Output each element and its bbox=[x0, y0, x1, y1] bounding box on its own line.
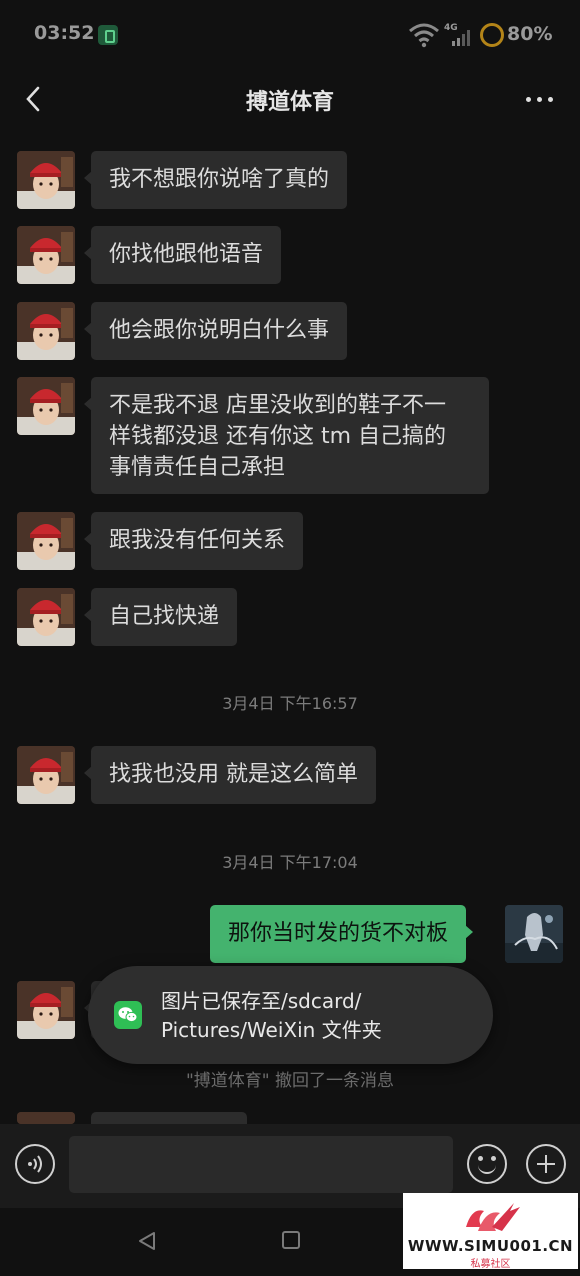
message-line: 事情责任自己承担 bbox=[109, 455, 286, 480]
contact-avatar[interactable] bbox=[17, 588, 75, 646]
contact-avatar[interactable] bbox=[17, 377, 75, 435]
contact-avatar[interactable] bbox=[17, 746, 75, 804]
message-bubble-received[interactable]: 你找他跟他语音 bbox=[83, 226, 282, 284]
chat-title: 搏道体育 bbox=[245, 90, 334, 115]
recall-notice: "搏道体育" 撤回了一条消息 bbox=[185, 1071, 395, 1091]
watermark-url: WWW.SIMU001.CN bbox=[407, 1237, 574, 1255]
more-actions-button[interactable] bbox=[526, 1144, 566, 1184]
contact-avatar[interactable] bbox=[17, 1112, 75, 1124]
user-avatar[interactable] bbox=[505, 905, 563, 963]
nav-home-icon[interactable] bbox=[282, 1231, 300, 1249]
contact-avatar[interactable] bbox=[17, 512, 75, 570]
wechat-icon bbox=[114, 1001, 142, 1029]
wifi-icon bbox=[409, 23, 439, 48]
message-bubble-sent[interactable]: 那你当时发的货不对板 bbox=[210, 905, 474, 963]
watermark-logo bbox=[466, 1203, 520, 1231]
contact-avatar[interactable] bbox=[17, 151, 75, 209]
message-line: 不是我不退 店里没收到的鞋子不一 bbox=[109, 393, 446, 418]
notification-app-icon bbox=[98, 25, 118, 45]
signal-icon bbox=[452, 30, 470, 46]
message-bubble-received[interactable]: 找我也没用 就是这么简单 bbox=[84, 746, 376, 804]
nav-back-icon[interactable] bbox=[136, 1230, 158, 1252]
contact-avatar[interactable] bbox=[17, 302, 75, 360]
message-bubble-received[interactable]: 他会跟你说明白什么事 bbox=[83, 302, 348, 360]
message-input[interactable] bbox=[69, 1136, 453, 1193]
contact-avatar[interactable] bbox=[17, 981, 75, 1039]
message-bubble-received[interactable]: 自己找快递 bbox=[83, 588, 238, 646]
message-line: 样钱都没退 还有你这 tm 自己搞的 bbox=[109, 424, 447, 449]
message-bubble-received[interactable] bbox=[84, 1112, 247, 1146]
toast-message: 图片已保存至/sdcard/ Pictures/WeiXin 文件夹 bbox=[161, 987, 481, 1045]
toast-line: Pictures/WeiXin 文件夹 bbox=[161, 1018, 382, 1042]
emoji-button[interactable] bbox=[467, 1144, 507, 1184]
message-bubble-received[interactable]: 跟我没有任何关系 bbox=[83, 512, 304, 570]
status-time: 03:52 bbox=[34, 22, 95, 44]
voice-icon bbox=[28, 1155, 42, 1173]
watermark: WWW.SIMU001.CN 私募社区 bbox=[403, 1193, 578, 1270]
battery-icon bbox=[480, 23, 504, 47]
toast-line: 图片已保存至/sdcard/ bbox=[161, 989, 362, 1013]
contact-avatar[interactable] bbox=[17, 226, 75, 284]
status-bar: 03:52 4G 80% bbox=[0, 0, 580, 70]
chat-header: 搏道体育 bbox=[0, 70, 580, 130]
watermark-subtitle: 私募社区 bbox=[470, 1259, 511, 1270]
message-bubble-received[interactable]: 我不想跟你说啥了真的 bbox=[83, 151, 348, 209]
more-options-icon[interactable] bbox=[524, 88, 556, 112]
message-bubble-received[interactable]: 不是我不退 店里没收到的鞋子不一 样钱都没退 还有你这 tm 自己搞的 事情责任… bbox=[84, 377, 489, 494]
voice-input-button[interactable] bbox=[15, 1144, 55, 1184]
save-toast: 图片已保存至/sdcard/ Pictures/WeiXin 文件夹 bbox=[88, 966, 493, 1064]
battery-percentage: 80% bbox=[507, 23, 553, 45]
message-timestamp: 3月4日 下午17:04 bbox=[222, 853, 358, 872]
message-timestamp: 3月4日 下午16:57 bbox=[222, 694, 358, 713]
